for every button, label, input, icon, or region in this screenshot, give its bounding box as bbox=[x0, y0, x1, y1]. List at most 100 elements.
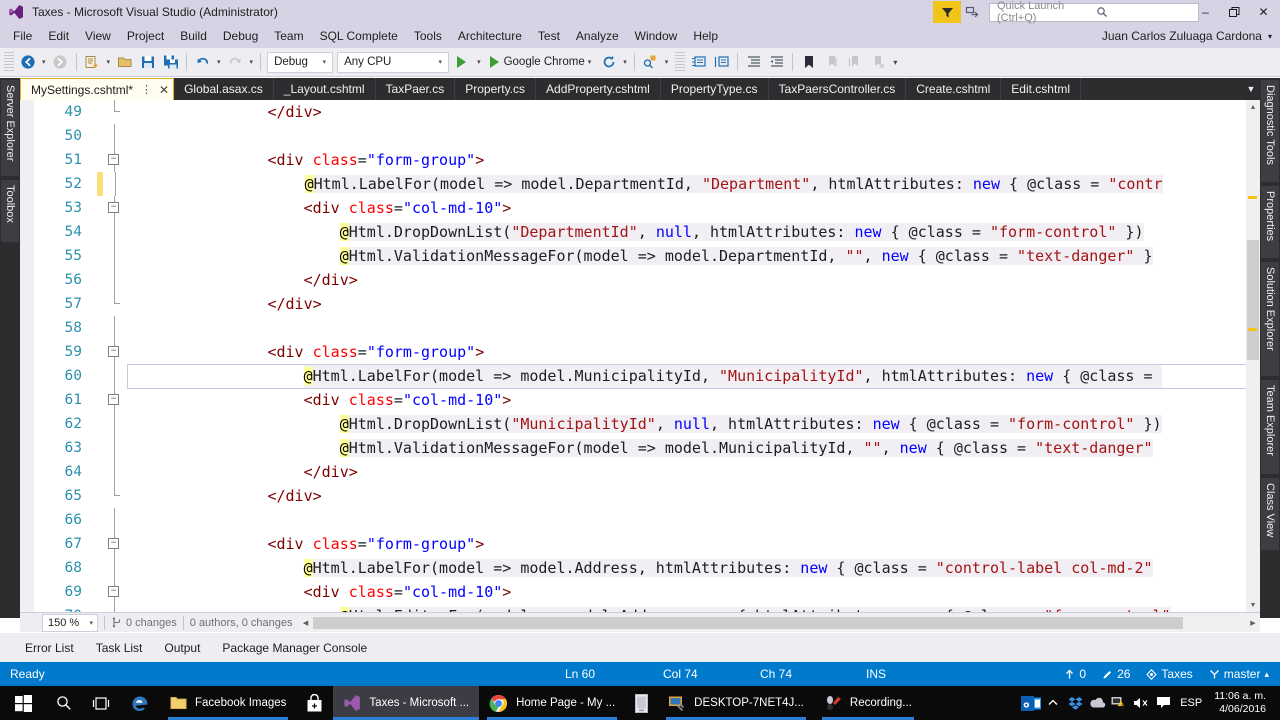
increase-indent-icon[interactable] bbox=[742, 51, 765, 74]
outlining-margin[interactable]: − bbox=[102, 580, 128, 604]
show-hidden-icons-chevron[interactable] bbox=[1042, 686, 1064, 720]
sidebar-item-team-explorer[interactable]: Team Explorer bbox=[1261, 380, 1279, 474]
tab-addproperty-cshtml[interactable]: AddProperty.cshtml bbox=[536, 78, 661, 100]
previous-bookmark-icon[interactable] bbox=[820, 51, 843, 74]
code-line[interactable]: 60 @Html.LabelFor(model => model.Municip… bbox=[34, 363, 1247, 389]
close-icon[interactable]: ✕ bbox=[159, 83, 169, 97]
tab-package-manager-console[interactable]: Package Manager Console bbox=[213, 637, 376, 659]
minimize-button[interactable]: – bbox=[1191, 0, 1220, 24]
toolbar-overflow-button[interactable]: ▾ bbox=[889, 58, 901, 67]
scroll-up-arrow[interactable]: ▲ bbox=[1246, 100, 1260, 114]
code-text[interactable]: <div class="form-group"> bbox=[128, 340, 1246, 364]
code-text[interactable]: <div class="form-group"> bbox=[128, 148, 1246, 172]
refresh-dropdown-caret[interactable]: ▾ bbox=[620, 58, 630, 66]
code-text[interactable]: <div class="form-group"> bbox=[128, 532, 1246, 556]
tab-propertytype-cs[interactable]: PropertyType.cs bbox=[661, 78, 769, 100]
restore-button[interactable] bbox=[1220, 0, 1249, 24]
collapse-region-button[interactable]: − bbox=[108, 586, 119, 597]
menu-project[interactable]: Project bbox=[120, 26, 171, 46]
outlining-margin[interactable] bbox=[102, 364, 128, 388]
volume-muted-icon[interactable] bbox=[1130, 686, 1152, 720]
taskbar-item-edge[interactable] bbox=[120, 686, 160, 720]
sidebar-item-server-explorer[interactable]: Server Explorer bbox=[1, 80, 19, 176]
code-text[interactable]: @Html.ValidationMessageFor(model => mode… bbox=[128, 436, 1246, 460]
find-in-files-icon[interactable] bbox=[639, 51, 662, 74]
tab-global-asax-cs[interactable]: Global.asax.cs bbox=[174, 78, 274, 100]
sidebar-item-solution-explorer[interactable]: Solution Explorer bbox=[1261, 262, 1279, 376]
code-line[interactable]: 52 @Html.LabelFor(model => model.Departm… bbox=[34, 172, 1246, 196]
status-branch-group[interactable]: master ▴ bbox=[1204, 667, 1274, 681]
zoom-level-combo[interactable]: 150 % ▾ bbox=[42, 613, 98, 632]
outlining-margin[interactable]: − bbox=[102, 388, 128, 412]
toolbar-grip[interactable] bbox=[675, 52, 686, 72]
code-line[interactable]: 58 bbox=[34, 316, 1246, 340]
tab-overflow-button[interactable]: ▼ bbox=[1242, 78, 1260, 100]
code-text[interactable]: <div class="col-md-10"> bbox=[128, 580, 1246, 604]
menu-analyze[interactable]: Analyze bbox=[569, 26, 626, 46]
collapse-region-button[interactable]: − bbox=[108, 202, 119, 213]
code-text[interactable]: <div class="col-md-10"> bbox=[128, 196, 1246, 220]
scroll-down-arrow[interactable]: ▼ bbox=[1246, 598, 1260, 612]
new-project-icon[interactable] bbox=[81, 51, 104, 74]
menu-team[interactable]: Team bbox=[267, 26, 310, 46]
action-center-icon[interactable] bbox=[1152, 686, 1174, 720]
taskbar-item-chrome[interactable]: Home Page - My ... bbox=[479, 686, 625, 720]
code-text[interactable]: @Html.ValidationMessageFor(model => mode… bbox=[128, 244, 1246, 268]
outlining-margin[interactable] bbox=[103, 172, 129, 196]
outlining-margin[interactable] bbox=[102, 460, 128, 484]
status-edits-group[interactable]: 26 bbox=[1097, 667, 1135, 681]
code-editor[interactable]: 49 </div> 50 51− <div class="form-group"> 5… bbox=[20, 100, 1260, 612]
code-text[interactable]: </div> bbox=[128, 100, 1246, 124]
save-icon[interactable] bbox=[136, 51, 159, 74]
start-browser-button[interactable]: Google Chrome ▾ bbox=[484, 51, 598, 74]
sidebar-item-toolbox[interactable]: Toolbox bbox=[1, 180, 19, 242]
toolbar-grip[interactable] bbox=[4, 52, 14, 72]
hscroll-thumb[interactable] bbox=[312, 616, 1183, 629]
code-line[interactable]: 54 @Html.DropDownList("DepartmentId", nu… bbox=[34, 220, 1246, 244]
code-line[interactable]: 68 @Html.LabelFor(model => model.Address… bbox=[34, 556, 1246, 580]
menu-test[interactable]: Test bbox=[531, 26, 567, 46]
code-line[interactable]: 55 @Html.ValidationMessageFor(model => m… bbox=[34, 244, 1246, 268]
code-text[interactable]: </div> bbox=[128, 460, 1246, 484]
code-text[interactable]: </div> bbox=[128, 292, 1246, 316]
clear-bookmarks-icon[interactable] bbox=[866, 51, 889, 74]
windows-start-icon[interactable] bbox=[0, 686, 46, 720]
code-line[interactable]: 57 </div> bbox=[34, 292, 1246, 316]
outlining-margin[interactable] bbox=[102, 556, 128, 580]
code-lines-container[interactable]: 49 </div> 50 51− <div class="form-group"> 5… bbox=[34, 100, 1247, 612]
menu-view[interactable]: View bbox=[78, 26, 118, 46]
editor-vertical-scrollbar[interactable]: ▲ ▼ bbox=[1246, 100, 1260, 612]
taskbar-item-remote-desktop[interactable]: DESKTOP-7NET4J... bbox=[658, 686, 814, 720]
outlining-margin[interactable] bbox=[102, 508, 128, 532]
quick-launch-input[interactable]: Quick Launch (Ctrl+Q) bbox=[989, 0, 1199, 24]
tab-layout-cshtml[interactable]: _Layout.cshtml bbox=[274, 78, 376, 100]
code-text[interactable]: </div> bbox=[128, 484, 1246, 508]
taskbar-clock[interactable]: 11:06 a. m. 4/06/2016 bbox=[1208, 690, 1274, 716]
collapse-region-button[interactable]: − bbox=[108, 154, 119, 165]
close-button[interactable]: ✕ bbox=[1249, 0, 1278, 24]
code-text[interactable]: </div> bbox=[128, 268, 1246, 292]
refresh-browser-icon[interactable] bbox=[597, 51, 620, 74]
outlining-margin[interactable] bbox=[102, 316, 128, 340]
editor-horizontal-scrollbar[interactable]: ◀ ▶ bbox=[298, 614, 1260, 631]
undo-dropdown-caret[interactable]: ▾ bbox=[214, 58, 224, 66]
taskbar-item-visual-studio[interactable]: Taxes - Microsoft ... bbox=[333, 686, 480, 720]
taskbar-item-phone-companion[interactable] bbox=[625, 686, 658, 720]
tab-mysettings-cshtml[interactable]: MySettings.cshtml* ⋮ ✕ bbox=[20, 78, 175, 100]
code-line[interactable]: 63 @Html.ValidationMessageFor(model => m… bbox=[34, 436, 1246, 460]
code-line[interactable]: 61 − <div class="col-md-10"> bbox=[34, 388, 1246, 412]
outlining-margin[interactable] bbox=[102, 244, 128, 268]
tab-property-cs[interactable]: Property.cs bbox=[455, 78, 537, 100]
menu-sql-complete[interactable]: SQL Complete bbox=[313, 26, 405, 46]
navigate-back-dropdown-caret[interactable]: ▾ bbox=[39, 58, 49, 66]
decrease-indent-icon[interactable] bbox=[765, 51, 788, 74]
menu-help[interactable]: Help bbox=[686, 26, 725, 46]
user-account-button[interactable]: Juan Carlos Zuluaga Cardona ▾ bbox=[1102, 24, 1272, 48]
menu-window[interactable]: Window bbox=[628, 26, 685, 46]
sidebar-item-class-view[interactable]: Class View bbox=[1261, 478, 1279, 550]
code-line[interactable]: 69 − <div class="col-md-10"> bbox=[34, 580, 1246, 604]
menu-build[interactable]: Build bbox=[173, 26, 214, 46]
scroll-right-arrow[interactable]: ▶ bbox=[1246, 615, 1260, 631]
taskbar-item-recording[interactable]: Recording... bbox=[814, 686, 922, 720]
feedback-funnel-icon[interactable] bbox=[933, 1, 961, 23]
